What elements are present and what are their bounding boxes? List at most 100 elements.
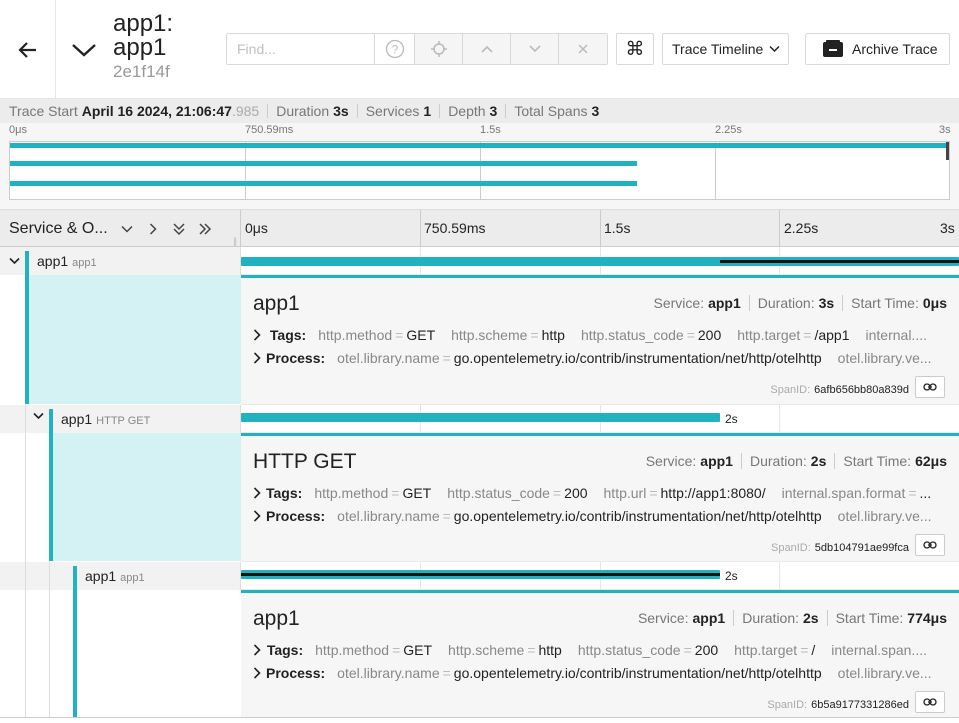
copy-span-link-button[interactable] bbox=[915, 691, 945, 713]
duration-value: 3s bbox=[818, 295, 835, 311]
span-service: app1 bbox=[85, 568, 117, 584]
span-name-cell: app1 HTTP GET bbox=[0, 405, 241, 433]
collapse-one-button[interactable] bbox=[114, 217, 140, 241]
total-spans-value: 3 bbox=[591, 103, 600, 119]
tag-key: http.method bbox=[318, 327, 393, 343]
tag-key: http.method bbox=[314, 485, 389, 501]
span-collapse-toggle[interactable] bbox=[7, 254, 21, 268]
tags-row[interactable]: Tags: http.method = GET http.scheme = http h… bbox=[253, 642, 943, 658]
archive-trace-label: Archive Trace bbox=[852, 41, 938, 57]
span-detail-title: HTTP GET bbox=[253, 450, 357, 473]
divider bbox=[740, 453, 742, 469]
span-name[interactable]: app1 HTTP GET bbox=[61, 411, 150, 427]
chevron-right-icon[interactable] bbox=[253, 667, 261, 679]
minimap-tick: 0μs bbox=[9, 124, 27, 136]
trace-title-block: app1: app1 2e1f14f bbox=[113, 12, 223, 82]
span-duration-label: 2s bbox=[725, 569, 738, 583]
search-input[interactable] bbox=[227, 34, 375, 64]
collapse-all-button[interactable] bbox=[166, 217, 192, 241]
span-row[interactable]: app1 app1 bbox=[0, 247, 959, 275]
span-operation: app1 bbox=[72, 257, 97, 269]
prev-result-button[interactable] bbox=[463, 34, 511, 64]
span-detail-row: HTTP GET Service: app1 Duration: 2s Start … bbox=[0, 433, 959, 562]
chevron-right-icon[interactable] bbox=[253, 329, 265, 341]
help-circle-icon: ? bbox=[385, 39, 404, 59]
trace-services: Services 1 bbox=[366, 103, 431, 119]
tag-key: http.scheme bbox=[451, 327, 528, 343]
process-key: otel.library.ve... bbox=[837, 665, 932, 681]
copy-span-link-button[interactable] bbox=[915, 534, 945, 556]
command-icon: ⌘ bbox=[625, 38, 645, 60]
trace-start-label: Trace Start bbox=[9, 103, 78, 119]
span-row[interactable]: app1 HTTP GET 2s bbox=[0, 405, 959, 433]
detail-highlight bbox=[29, 275, 241, 404]
span-name[interactable]: app1 app1 bbox=[37, 253, 97, 269]
process-item: otel.library.name = go.opentelemetry.io/co… bbox=[337, 350, 822, 366]
expand-all-button[interactable] bbox=[192, 217, 218, 241]
chevron-right-icon[interactable] bbox=[253, 510, 261, 522]
timeline-gridline bbox=[779, 210, 780, 247]
divider bbox=[439, 104, 441, 118]
span-bar[interactable] bbox=[241, 413, 720, 422]
minimap-drag-handle[interactable] bbox=[946, 142, 949, 160]
process-header: Process: bbox=[266, 508, 326, 524]
span-duration-label: 2s bbox=[725, 412, 738, 426]
start-time-label: Start Time: bbox=[851, 295, 919, 311]
process-row[interactable]: Process: otel.library.name = go.openteleme… bbox=[253, 665, 943, 681]
search-help-button[interactable]: ? bbox=[375, 34, 415, 64]
trace-header: app1: app1 2e1f14f ? ⌘ Trace Timeline Ar… bbox=[0, 0, 959, 99]
arrow-left-icon bbox=[17, 41, 36, 58]
span-row[interactable]: app1 app1 2s bbox=[0, 562, 959, 590]
process-header: Process: bbox=[266, 350, 326, 366]
span-detail-title: app1 bbox=[253, 607, 300, 630]
archive-trace-button[interactable]: Archive Trace bbox=[805, 33, 950, 65]
chevron-right-icon bbox=[149, 222, 157, 235]
timeline-tick: 750.59ms bbox=[424, 220, 486, 236]
divider bbox=[505, 104, 507, 118]
chevron-right-icon[interactable] bbox=[253, 352, 261, 364]
service-color-bar bbox=[73, 590, 77, 718]
tags-row[interactable]: Tags: http.method = GET http.scheme = http h… bbox=[253, 327, 943, 343]
minimap-tick: 2.25s bbox=[715, 124, 742, 136]
next-result-button[interactable] bbox=[511, 34, 559, 64]
trace-start: Trace Start April 16 2024, 21:06:47.985 bbox=[9, 103, 259, 119]
tags-row[interactable]: Tags: http.method = GET http.status_code = 2… bbox=[253, 485, 943, 501]
tag-key: http.method bbox=[315, 642, 390, 658]
keyboard-shortcuts-button[interactable]: ⌘ bbox=[616, 33, 654, 65]
process-row[interactable]: Process: otel.library.name = go.openteleme… bbox=[253, 508, 943, 524]
minimap-canvas[interactable] bbox=[9, 141, 950, 200]
span-name[interactable]: app1 app1 bbox=[85, 568, 145, 584]
collapse-header-button[interactable] bbox=[68, 34, 100, 66]
column-resize-grip[interactable]: || bbox=[233, 236, 237, 246]
link-icon bbox=[923, 383, 937, 391]
chevron-right-icon[interactable] bbox=[253, 487, 261, 499]
view-select[interactable]: Trace Timeline bbox=[662, 33, 789, 65]
expand-one-button[interactable] bbox=[140, 217, 166, 241]
locate-button[interactable] bbox=[415, 34, 463, 64]
chevron-right-icon[interactable] bbox=[253, 644, 262, 656]
clear-search-button[interactable] bbox=[559, 34, 607, 64]
chevron-down-icon bbox=[121, 225, 133, 233]
timeline-tick: 2.25s bbox=[784, 220, 819, 236]
back-button[interactable] bbox=[0, 0, 56, 99]
tag-value: / bbox=[811, 642, 816, 658]
copy-span-link-button[interactable] bbox=[915, 376, 945, 398]
span-detail-panel: HTTP GET Service: app1 Duration: 2s Start … bbox=[241, 433, 959, 561]
trace-start-ms: .985 bbox=[231, 103, 260, 119]
tags-header: Tags: bbox=[266, 485, 303, 501]
minimap-tick: 750.59ms bbox=[245, 124, 294, 136]
span-id-value: 5db104791ae99fca bbox=[814, 542, 909, 554]
span-id: SpanID: 6afb656bb80a839d bbox=[770, 384, 909, 396]
process-row[interactable]: Process: otel.library.name = go.openteleme… bbox=[253, 350, 943, 366]
start-time-label: Start Time: bbox=[835, 610, 904, 626]
process-item: otel.library.ve... bbox=[838, 508, 932, 524]
tag-key: http.url bbox=[603, 485, 647, 501]
service-label: Service: bbox=[653, 295, 705, 311]
tag-item: http.status_code = 200 bbox=[580, 327, 722, 343]
trace-depth: Depth 3 bbox=[448, 103, 497, 119]
span-collapse-toggle[interactable] bbox=[31, 409, 45, 423]
link-icon bbox=[923, 698, 937, 706]
trace-start-value: April 16 2024, 21:06:47.985 bbox=[82, 103, 259, 119]
tag-key: http.target bbox=[734, 642, 798, 658]
tag-item: http.status_code = 200 bbox=[577, 642, 719, 658]
